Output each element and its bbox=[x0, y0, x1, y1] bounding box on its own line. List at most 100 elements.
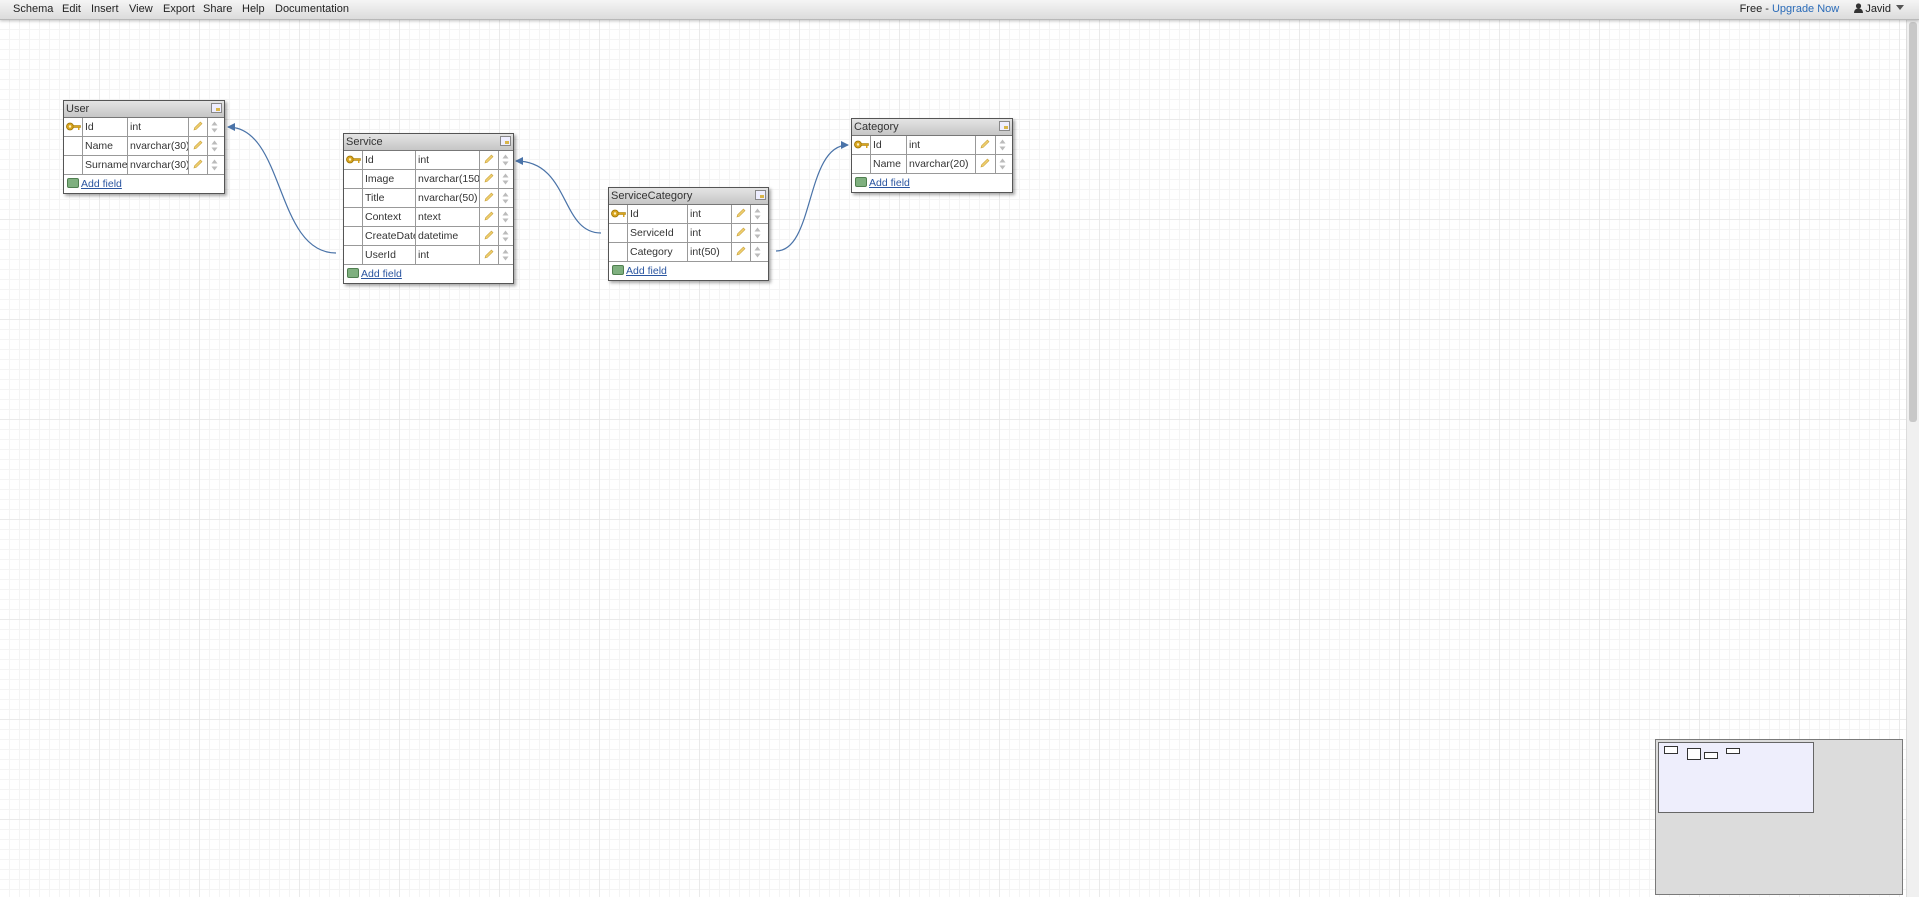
up-down-arrows-icon[interactable] bbox=[999, 158, 1006, 170]
up-down-arrows-icon[interactable] bbox=[211, 159, 218, 171]
add-field-link[interactable]: Add field bbox=[626, 265, 667, 277]
pencil-icon[interactable] bbox=[980, 139, 990, 149]
move-cell[interactable] bbox=[499, 170, 512, 188]
chevron-down-icon[interactable] bbox=[1896, 5, 1904, 10]
field-name[interactable]: Id bbox=[363, 151, 416, 169]
table-options-icon[interactable] bbox=[500, 136, 511, 146]
up-down-arrows-icon[interactable] bbox=[502, 211, 509, 223]
pencil-icon[interactable] bbox=[736, 208, 746, 218]
add-field-icon[interactable] bbox=[67, 178, 79, 188]
field-row[interactable]: Category int(50) bbox=[609, 243, 768, 262]
add-field-link[interactable]: Add field bbox=[81, 178, 122, 190]
move-cell[interactable] bbox=[499, 189, 512, 207]
upgrade-link[interactable]: Upgrade Now bbox=[1772, 3, 1839, 15]
add-field-link[interactable]: Add field bbox=[361, 268, 402, 280]
up-down-arrows-icon[interactable] bbox=[999, 139, 1006, 151]
field-name[interactable]: Surname bbox=[83, 156, 128, 174]
field-row[interactable]: Name nvarchar(20) bbox=[852, 155, 1012, 174]
up-down-arrows-icon[interactable] bbox=[502, 230, 509, 242]
field-type[interactable]: nvarchar(150) bbox=[416, 170, 480, 188]
edit-cell[interactable] bbox=[189, 137, 208, 155]
scrollbar-thumb[interactable] bbox=[1909, 22, 1917, 422]
move-cell[interactable] bbox=[208, 156, 222, 174]
field-type[interactable]: int bbox=[128, 118, 189, 136]
menu-edit[interactable]: Edit bbox=[62, 3, 81, 15]
field-type[interactable]: int bbox=[416, 151, 480, 169]
up-down-arrows-icon[interactable] bbox=[211, 140, 218, 152]
up-down-arrows-icon[interactable] bbox=[754, 208, 761, 220]
minimap[interactable] bbox=[1655, 739, 1903, 895]
table-servicecategory[interactable]: ServiceCategory Id int ServiceId int Cat… bbox=[608, 187, 769, 281]
edit-cell[interactable] bbox=[480, 227, 499, 245]
edit-cell[interactable] bbox=[976, 155, 996, 173]
field-type[interactable]: nvarchar(30) bbox=[128, 156, 189, 174]
pencil-icon[interactable] bbox=[484, 192, 494, 202]
edit-cell[interactable] bbox=[189, 118, 208, 136]
field-name[interactable]: Id bbox=[628, 205, 688, 223]
table-options-icon[interactable] bbox=[999, 121, 1010, 131]
up-down-arrows-icon[interactable] bbox=[502, 249, 509, 261]
table-options-icon[interactable] bbox=[211, 103, 222, 113]
table-header[interactable]: Category bbox=[852, 119, 1012, 136]
add-field-icon[interactable] bbox=[347, 268, 359, 278]
table-header[interactable]: Service bbox=[344, 134, 513, 151]
menu-share[interactable]: Share bbox=[203, 3, 232, 15]
field-type[interactable]: int bbox=[688, 224, 732, 242]
field-name[interactable]: Image bbox=[363, 170, 416, 188]
field-type[interactable]: int(50) bbox=[688, 243, 732, 261]
add-field-link[interactable]: Add field bbox=[869, 177, 910, 189]
add-field-icon[interactable] bbox=[612, 265, 624, 275]
field-name[interactable]: Context bbox=[363, 208, 416, 226]
vertical-scrollbar[interactable] bbox=[1906, 20, 1919, 897]
field-type[interactable]: nvarchar(20) bbox=[907, 155, 976, 173]
up-down-arrows-icon[interactable] bbox=[754, 246, 761, 258]
field-name[interactable]: ServiceId bbox=[628, 224, 688, 242]
field-name[interactable]: UserId bbox=[363, 246, 416, 264]
field-type[interactable]: int bbox=[416, 246, 480, 264]
up-down-arrows-icon[interactable] bbox=[502, 173, 509, 185]
menu-insert[interactable]: Insert bbox=[91, 3, 119, 15]
pencil-icon[interactable] bbox=[193, 121, 203, 131]
field-name[interactable]: Id bbox=[871, 136, 907, 154]
up-down-arrows-icon[interactable] bbox=[754, 227, 761, 239]
table-user[interactable]: User Id int Name nvarchar(30) Surname nv… bbox=[63, 100, 225, 194]
edit-cell[interactable] bbox=[480, 151, 499, 169]
menu-schema[interactable]: Schema bbox=[13, 3, 53, 15]
table-service[interactable]: Service Id int Image nvarchar(150) Title… bbox=[343, 133, 514, 284]
pencil-icon[interactable] bbox=[484, 249, 494, 259]
table-header[interactable]: User bbox=[64, 101, 224, 118]
move-cell[interactable] bbox=[499, 151, 512, 169]
field-row[interactable]: Context ntext bbox=[344, 208, 513, 227]
field-row[interactable]: Id int bbox=[852, 136, 1012, 155]
pencil-icon[interactable] bbox=[484, 211, 494, 221]
move-cell[interactable] bbox=[996, 155, 1010, 173]
move-cell[interactable] bbox=[208, 118, 222, 136]
field-type[interactable]: nvarchar(50) bbox=[416, 189, 480, 207]
field-row[interactable]: ServiceId int bbox=[609, 224, 768, 243]
user-name[interactable]: Javid bbox=[1865, 3, 1891, 15]
field-row[interactable]: UserId int bbox=[344, 246, 513, 265]
field-name[interactable]: Name bbox=[83, 137, 128, 155]
up-down-arrows-icon[interactable] bbox=[502, 154, 509, 166]
pencil-icon[interactable] bbox=[193, 159, 203, 169]
menu-view[interactable]: View bbox=[129, 3, 153, 15]
move-cell[interactable] bbox=[499, 208, 512, 226]
field-name[interactable]: Id bbox=[83, 118, 128, 136]
field-row[interactable]: Image nvarchar(150) bbox=[344, 170, 513, 189]
table-category[interactable]: Category Id int Name nvarchar(20) Add fi… bbox=[851, 118, 1013, 193]
move-cell[interactable] bbox=[751, 243, 765, 261]
field-type[interactable]: int bbox=[907, 136, 976, 154]
field-type[interactable]: int bbox=[688, 205, 732, 223]
edit-cell[interactable] bbox=[480, 189, 499, 207]
up-down-arrows-icon[interactable] bbox=[211, 121, 218, 133]
edit-cell[interactable] bbox=[480, 246, 499, 264]
menu-documentation[interactable]: Documentation bbox=[275, 3, 349, 15]
move-cell[interactable] bbox=[996, 136, 1010, 154]
field-row[interactable]: Id int bbox=[609, 205, 768, 224]
table-header[interactable]: ServiceCategory bbox=[609, 188, 768, 205]
pencil-icon[interactable] bbox=[736, 246, 746, 256]
pencil-icon[interactable] bbox=[484, 173, 494, 183]
field-row[interactable]: CreateDate datetime bbox=[344, 227, 513, 246]
pencil-icon[interactable] bbox=[736, 227, 746, 237]
field-row[interactable]: Name nvarchar(30) bbox=[64, 137, 224, 156]
